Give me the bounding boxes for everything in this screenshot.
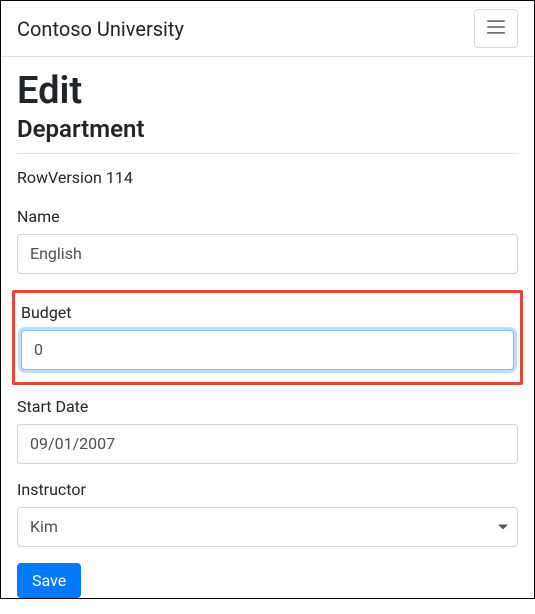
navbar: Contoso University bbox=[1, 1, 534, 57]
navbar-toggle-button[interactable] bbox=[474, 9, 518, 48]
instructor-label: Instructor bbox=[17, 480, 518, 499]
budget-group: Budget bbox=[21, 303, 514, 370]
start-date-group: Start Date bbox=[17, 397, 518, 464]
rowversion-text: RowVersion 114 bbox=[17, 168, 518, 187]
divider bbox=[17, 153, 518, 154]
budget-label: Budget bbox=[21, 303, 514, 322]
start-date-label: Start Date bbox=[17, 397, 518, 416]
budget-highlight: Budget bbox=[12, 290, 523, 385]
name-label: Name bbox=[17, 207, 518, 226]
navbar-brand[interactable]: Contoso University bbox=[17, 17, 184, 41]
name-group: Name bbox=[17, 207, 518, 274]
instructor-select-wrapper: Kim bbox=[17, 507, 518, 547]
instructor-select[interactable]: Kim bbox=[17, 507, 518, 547]
main-content: Edit Department RowVersion 114 Name Budg… bbox=[1, 57, 534, 614]
page-title: Edit bbox=[17, 69, 518, 113]
hamburger-icon bbox=[485, 16, 507, 41]
start-date-input[interactable] bbox=[17, 424, 518, 464]
page-subtitle: Department bbox=[17, 115, 518, 143]
name-input[interactable] bbox=[17, 234, 518, 274]
instructor-group: Instructor Kim bbox=[17, 480, 518, 547]
budget-input[interactable] bbox=[21, 330, 514, 370]
save-button[interactable]: Save bbox=[17, 563, 81, 598]
